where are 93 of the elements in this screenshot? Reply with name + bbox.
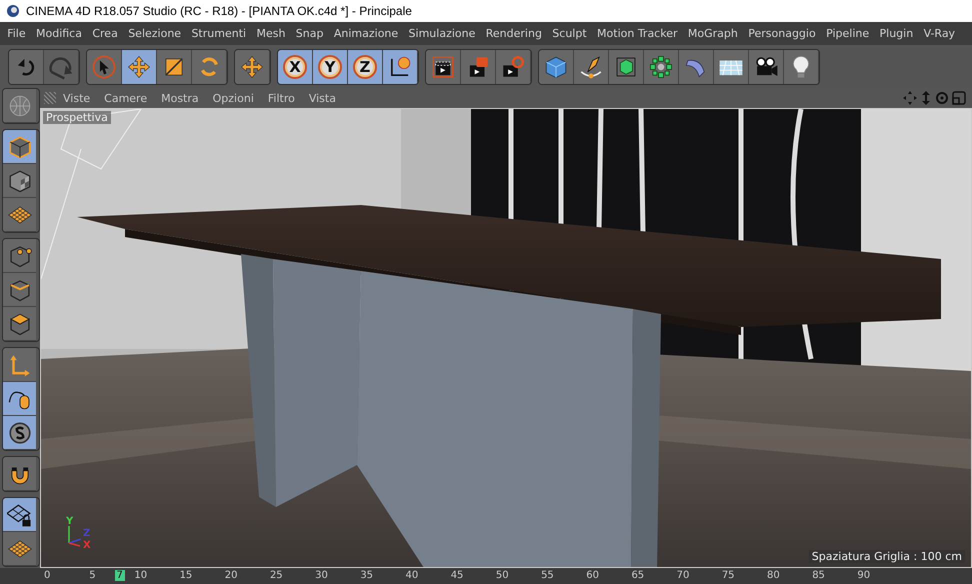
subdivision-cube-button[interactable] (609, 50, 644, 84)
timeline-tick: 20 (224, 570, 238, 582)
grid-spacing-label: Spaziatura Griglia : 100 cm (808, 550, 965, 563)
timeline-tick: 35 (360, 570, 374, 582)
timeline-tick: 75 (722, 570, 735, 582)
menu-item[interactable]: Strumenti (186, 27, 252, 40)
cloner-icon (648, 54, 674, 80)
cloner-button[interactable] (644, 50, 679, 84)
undo-button[interactable] (9, 50, 44, 84)
axis-lock-button[interactable]: X (278, 50, 313, 84)
camera-button[interactable] (749, 50, 784, 84)
menu-item[interactable]: Snap (290, 27, 329, 40)
scale-button[interactable] (157, 50, 192, 84)
cube-edges-button[interactable] (3, 273, 36, 307)
rotate-button[interactable] (192, 50, 227, 84)
checker-cube-icon (6, 168, 32, 194)
grid-lock-button[interactable] (3, 498, 36, 532)
grid-plane-button[interactable] (3, 532, 36, 566)
zoom-arrows-icon[interactable] (920, 91, 932, 105)
timeline-tick: 85 (812, 570, 825, 582)
menu-item[interactable]: MoGraph (682, 27, 744, 40)
menu-item[interactable]: Rendering (480, 27, 548, 40)
menu-item[interactable]: Motion Tracker (592, 27, 683, 40)
menu-item[interactable]: Modifica (30, 27, 88, 40)
timeline-tick: 65 (631, 570, 644, 582)
timeline-tick: 60 (586, 570, 599, 582)
menu-item[interactable]: Personaggio (743, 27, 821, 40)
timeline-tick: 5 (89, 570, 96, 582)
menu-item[interactable]: Simulazione (403, 27, 481, 40)
clapper-gear-button[interactable] (496, 50, 531, 84)
solo-button[interactable] (3, 416, 36, 450)
timeline-tick: 15 (180, 570, 192, 582)
clapper-frame-icon (430, 54, 456, 80)
timeline-tick: 30 (315, 570, 328, 582)
orbit-icon[interactable] (935, 91, 949, 105)
checker-cube-button[interactable] (3, 164, 36, 198)
camera-label: Prospettiva (43, 111, 111, 124)
menu-item[interactable]: Sculpt (547, 27, 592, 40)
viewport-menu-item[interactable]: Filtro (260, 92, 302, 104)
move-arrows-icon (126, 54, 152, 80)
timeline-tick: 70 (676, 570, 690, 582)
pen-icon (578, 54, 604, 80)
menu-item[interactable]: Pipeline (820, 27, 874, 40)
timeline-tick: 80 (767, 570, 780, 582)
cursor-button[interactable] (87, 50, 122, 84)
light-bulb-button[interactable] (784, 50, 819, 84)
axis-lock-button[interactable]: Y (313, 50, 348, 84)
timeline-tick: 25 (270, 570, 283, 582)
cursor-icon (91, 54, 117, 80)
move-arrows-button[interactable] (122, 50, 157, 84)
menu-item[interactable]: Mesh (251, 27, 291, 40)
bend-button[interactable] (679, 50, 714, 84)
timeline-tick: 40 (406, 570, 418, 582)
window-title: CINEMA 4D R18.057 Studio (RC - R18) - [PIANTA OK.c4d *] - Principale (26, 4, 412, 18)
timeline-tick: 0 (44, 570, 50, 582)
menu-item[interactable]: File (2, 27, 31, 40)
viewport-menu-item[interactable]: Vista (302, 92, 343, 104)
solo-icon (6, 420, 32, 446)
menu-item[interactable]: Animazione (328, 27, 404, 40)
grid-plane-button[interactable] (3, 198, 36, 232)
cube-button[interactable] (539, 50, 574, 84)
menu-item[interactable]: Selezione (123, 27, 186, 40)
viewport-menu-item[interactable]: Opzioni (206, 92, 261, 104)
grip-handle[interactable] (44, 92, 56, 104)
cube-points-button[interactable] (3, 239, 36, 273)
viewport-menu-item[interactable]: Viste (56, 92, 98, 104)
menu-item[interactable]: Crea (87, 27, 124, 40)
clapper-button[interactable] (461, 50, 496, 84)
viewport-menu-item[interactable]: Mostra (154, 92, 206, 104)
maximize-icon[interactable] (952, 91, 966, 105)
mouse-button[interactable] (3, 382, 36, 416)
timeline-tick: 45 (450, 570, 464, 582)
pan-icon[interactable] (903, 91, 917, 105)
cube-outline-icon (6, 134, 32, 160)
timeline-tick: 55 (541, 570, 554, 582)
timeline-tick: 90 (857, 570, 870, 582)
cube-outline-button[interactable] (3, 130, 36, 164)
timeline-tick: 10 (134, 570, 148, 582)
menu-item[interactable]: Plugin (874, 27, 918, 40)
app-logo-icon (6, 4, 20, 18)
timeline-tick: 50 (496, 570, 509, 582)
pen-button[interactable] (574, 50, 609, 84)
clapper-frame-button[interactable] (426, 50, 461, 84)
viewport-menu-item[interactable]: Camere (97, 92, 154, 104)
menu-item[interactable]: V-Ray (918, 27, 960, 40)
axis-button[interactable] (3, 348, 36, 382)
move-arrows-icon (239, 54, 265, 80)
grid-lock-icon (6, 502, 32, 528)
playhead[interactable]: 7 (114, 570, 125, 581)
axis-lock-button[interactable]: Z (348, 50, 383, 84)
floor-grid-button[interactable] (714, 50, 749, 84)
axis-globe-button[interactable] (383, 50, 418, 84)
cube-face-button[interactable] (3, 307, 36, 341)
